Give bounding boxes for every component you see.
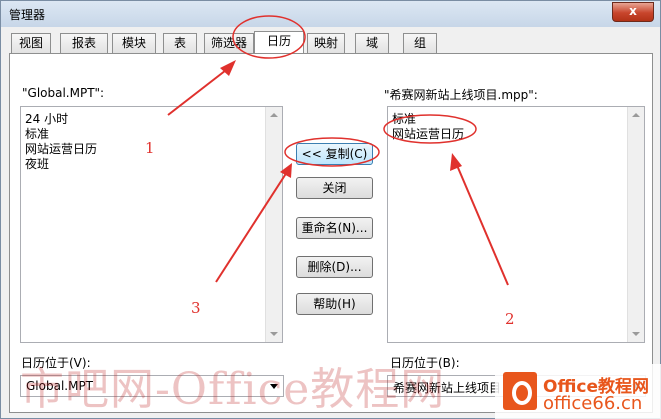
site-logo: Office教程网 office66.cn	[495, 364, 661, 419]
arrow-1	[167, 66, 231, 116]
annotation-number-1: 1	[145, 139, 155, 157]
annotation-number-2: 2	[505, 310, 515, 328]
tab-highlight-ellipse	[232, 15, 306, 59]
item-highlight-ellipse	[383, 114, 477, 144]
annotation-number-3: 3	[191, 299, 201, 317]
watermark-text: 市吧网-Office教程网	[20, 364, 446, 415]
arrowhead-3	[280, 163, 292, 178]
arrow-2	[455, 162, 509, 286]
copy-highlight-ellipse	[284, 137, 380, 167]
arrowhead-2	[450, 153, 462, 171]
arrow-3	[215, 171, 288, 283]
logo-domain: office66.cn	[543, 393, 643, 414]
office-logo-icon	[503, 372, 537, 410]
